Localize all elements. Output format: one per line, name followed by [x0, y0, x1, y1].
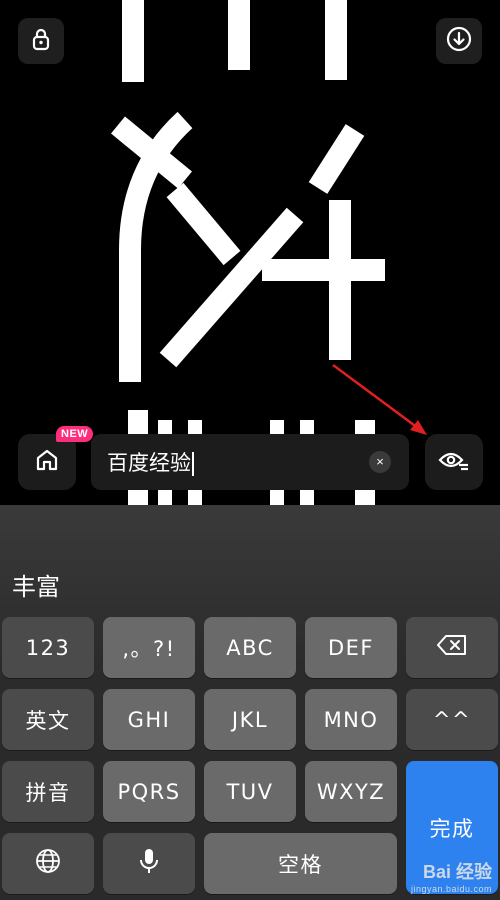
candidate-word[interactable]: 丰富	[12, 567, 60, 602]
key-wxyz[interactable]: WXYZ	[305, 761, 397, 822]
globe-icon	[34, 847, 62, 881]
key-abc[interactable]: ABC	[204, 617, 296, 678]
key-123[interactable]: 123	[2, 617, 94, 678]
baidu-watermark: Bai 经验 jingyan.baidu.com	[410, 862, 492, 894]
key-mno[interactable]: MNO	[305, 689, 397, 750]
globe-key[interactable]	[2, 833, 94, 894]
home-button[interactable]: NEW	[18, 426, 94, 490]
space-key[interactable]: 空格	[204, 833, 397, 894]
keyboard: 丰富 123 ,。?! ABC DEF 英文 GHI JKL MNO ^^ 拼音…	[0, 505, 500, 900]
microphone-icon	[137, 846, 161, 882]
key-def[interactable]: DEF	[305, 617, 397, 678]
search-input-value: 百度经验	[107, 447, 194, 477]
new-badge: NEW	[56, 426, 94, 442]
download-icon	[445, 25, 473, 58]
key-jkl[interactable]: JKL	[204, 689, 296, 750]
key-punctuation[interactable]: ,。?!	[103, 617, 195, 678]
microphone-key[interactable]	[103, 833, 195, 894]
key-pqrs[interactable]: PQRS	[103, 761, 195, 822]
backspace-icon	[436, 634, 468, 662]
eye-settings-icon	[437, 446, 471, 479]
lock-button[interactable]	[18, 18, 64, 64]
canvas-preview: NEW 百度经验 ×	[0, 0, 500, 505]
style-settings-button[interactable]	[425, 434, 483, 490]
clear-button[interactable]: ×	[369, 451, 391, 473]
home-icon	[33, 446, 61, 479]
download-button[interactable]	[436, 18, 482, 64]
lock-icon	[28, 26, 54, 57]
key-emoticon[interactable]: ^^	[406, 689, 498, 750]
key-english[interactable]: 英文	[2, 689, 94, 750]
text-caret	[192, 452, 194, 476]
key-pinyin[interactable]: 拼音	[2, 761, 94, 822]
text-input[interactable]: 百度经验 ×	[91, 434, 409, 490]
delete-key[interactable]	[406, 617, 498, 678]
key-ghi[interactable]: GHI	[103, 689, 195, 750]
key-tuv[interactable]: TUV	[204, 761, 296, 822]
